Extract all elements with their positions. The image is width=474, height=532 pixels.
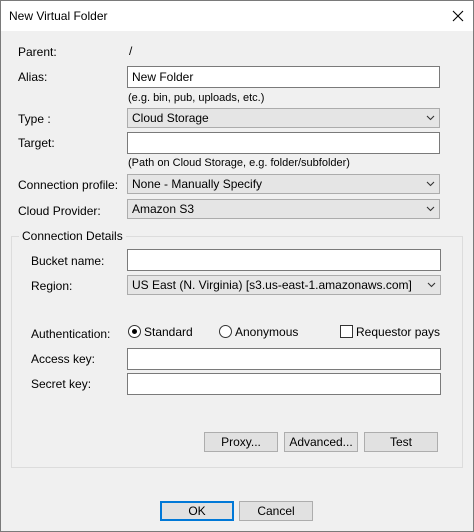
- auth-anonymous-radio[interactable]: [219, 325, 232, 338]
- secret-key-input[interactable]: [127, 373, 441, 395]
- target-label: Target:: [18, 136, 55, 150]
- cloud-provider-select[interactable]: Amazon S3: [127, 199, 440, 219]
- radio-selected-dot: [132, 329, 137, 334]
- auth-standard-label[interactable]: Standard: [144, 325, 193, 339]
- chevron-down-icon: [426, 206, 435, 212]
- connection-profile-label: Connection profile:: [18, 178, 119, 192]
- connection-profile-select-value: None - Manually Specify: [132, 177, 263, 191]
- chevron-down-icon: [426, 181, 435, 187]
- cancel-button[interactable]: Cancel: [239, 501, 313, 521]
- chevron-down-icon: [427, 282, 436, 288]
- requestor-pays-label[interactable]: Requestor pays: [356, 325, 440, 339]
- target-input[interactable]: [127, 132, 440, 154]
- close-icon: [452, 10, 464, 22]
- secret-key-label: Secret key:: [31, 377, 92, 391]
- connection-details-title: Connection Details: [19, 229, 126, 243]
- new-virtual-folder-dialog: New Virtual Folder Parent: / Alias: (e.g…: [0, 0, 474, 532]
- proxy-button[interactable]: Proxy...: [204, 432, 278, 452]
- authentication-label: Authentication:: [31, 327, 111, 341]
- access-key-label: Access key:: [31, 352, 96, 366]
- advanced-button[interactable]: Advanced...: [284, 432, 358, 452]
- alias-label: Alias:: [18, 70, 48, 84]
- chevron-down-icon: [426, 115, 435, 121]
- alias-hint: (e.g. bin, pub, uploads, etc.): [128, 92, 265, 104]
- window-title: New Virtual Folder: [9, 9, 108, 23]
- type-select-value: Cloud Storage: [132, 111, 209, 125]
- bucket-name-label: Bucket name:: [31, 254, 105, 268]
- cloud-provider-label: Cloud Provider:: [18, 204, 101, 218]
- parent-label: Parent:: [18, 45, 57, 59]
- close-button[interactable]: [443, 1, 473, 31]
- region-select-value: US East (N. Virginia) [s3.us-east-1.amaz…: [132, 278, 412, 292]
- region-select[interactable]: US East (N. Virginia) [s3.us-east-1.amaz…: [127, 275, 441, 295]
- auth-standard-radio[interactable]: [128, 325, 141, 338]
- auth-anonymous-label[interactable]: Anonymous: [235, 325, 298, 339]
- access-key-input[interactable]: [127, 348, 441, 370]
- test-button[interactable]: Test: [364, 432, 438, 452]
- ok-button[interactable]: OK: [160, 501, 234, 521]
- alias-input[interactable]: [127, 66, 440, 88]
- title-bar[interactable]: New Virtual Folder: [1, 1, 473, 31]
- type-label: Type :: [18, 112, 51, 126]
- bucket-name-input[interactable]: [127, 249, 441, 271]
- type-select[interactable]: Cloud Storage: [127, 108, 440, 128]
- target-hint: (Path on Cloud Storage, e.g. folder/subf…: [128, 157, 350, 169]
- connection-profile-select[interactable]: None - Manually Specify: [127, 174, 440, 194]
- requestor-pays-checkbox[interactable]: [340, 325, 353, 338]
- cloud-provider-select-value: Amazon S3: [132, 202, 195, 216]
- parent-value: /: [129, 44, 133, 58]
- region-label: Region:: [31, 279, 73, 293]
